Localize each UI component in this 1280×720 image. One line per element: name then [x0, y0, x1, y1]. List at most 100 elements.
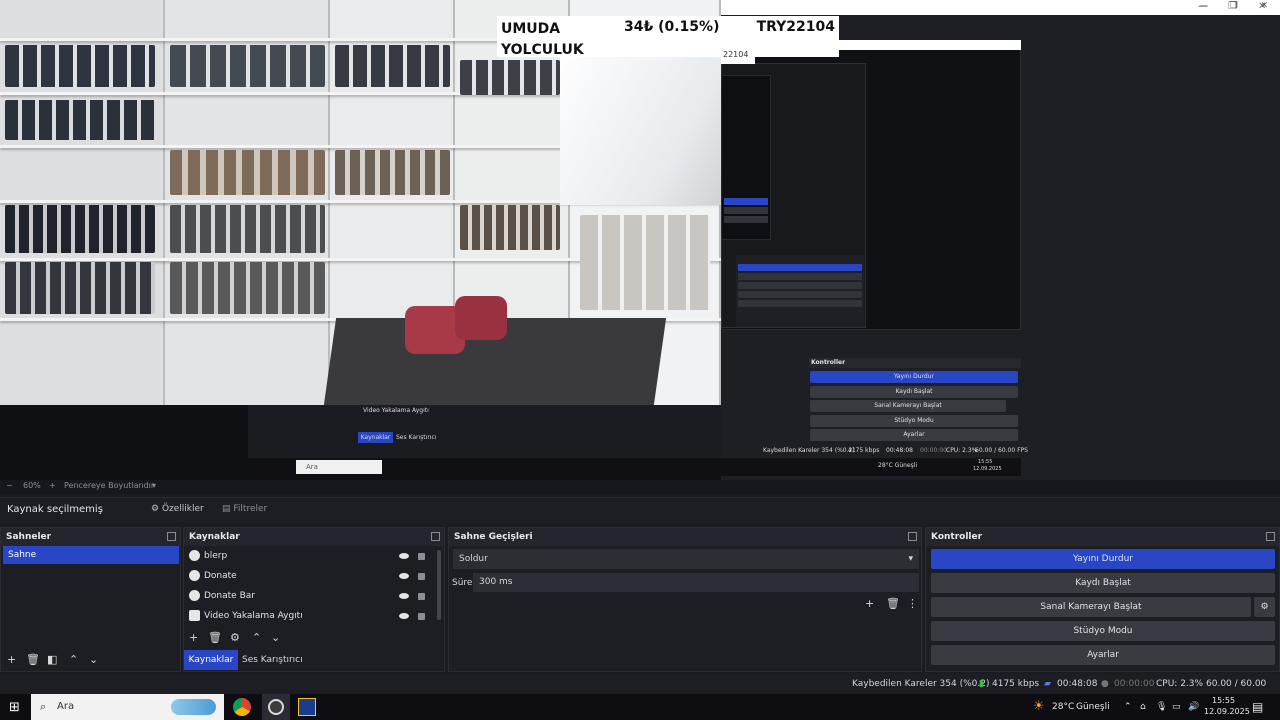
chevron-up-icon[interactable]: ⌃ — [1124, 694, 1132, 720]
volume-icon[interactable]: 🔊 — [1188, 694, 1199, 720]
nested-studio-button: Stüdyo Modu — [810, 415, 1018, 427]
clock-date[interactable]: 12.09.2025 — [1204, 707, 1250, 716]
lock-icon[interactable] — [418, 573, 425, 580]
browser-source-icon — [189, 570, 200, 581]
eye-icon[interactable] — [399, 613, 409, 619]
chrome-icon[interactable] — [233, 698, 251, 716]
nested-mini-button — [724, 198, 768, 205]
window-restore-icon[interactable]: ❐ — [1228, 1, 1237, 12]
source-row-video-capture[interactable]: Video Yakalama Aygıtı — [189, 607, 439, 625]
windows-start-icon[interactable]: ⊞ — [9, 700, 20, 715]
nested-window-titlebar: — ❐ ✕ — [721, 0, 1280, 15]
add-icon[interactable]: + — [7, 654, 16, 665]
properties-button[interactable]: ⚙ Özellikler — [151, 504, 204, 514]
controls-title: Kontroller — [926, 528, 1279, 546]
nested-status-cpu: CPU: 2.3% — [946, 447, 978, 454]
scrollbar[interactable] — [437, 550, 441, 620]
clock-time[interactable]: 15:55 — [1212, 696, 1235, 705]
add-icon[interactable]: + — [189, 632, 198, 643]
lock-icon[interactable] — [418, 613, 425, 620]
search-icon: ⌕ — [40, 700, 47, 713]
duration-input[interactable]: 300 ms — [473, 573, 919, 592]
app-icon[interactable] — [298, 698, 316, 716]
obs-icon — [268, 699, 284, 715]
weather-text[interactable]: Güneşli — [1076, 694, 1110, 720]
virtual-camera-settings-button[interactable]: ⚙ — [1254, 597, 1275, 617]
taskbar-search-input[interactable]: ⌕ Ara — [31, 694, 224, 720]
trash-icon[interactable]: 🗑 — [886, 598, 900, 609]
start-record-button[interactable]: Kaydı Başlat — [931, 573, 1275, 593]
nested-search-box: Ara — [296, 460, 382, 474]
stream-time: 00:48:08 — [1057, 679, 1098, 689]
popout-icon[interactable] — [167, 532, 176, 541]
add-icon[interactable]: + — [865, 598, 874, 609]
obs-taskbar-button[interactable] — [262, 694, 290, 720]
nested-settings-button: Ayarlar — [810, 429, 1018, 441]
nested-start-record-button: Kaydı Başlat — [810, 386, 1018, 398]
transition-select[interactable]: Soldur ▾ — [453, 549, 919, 569]
chevron-down-icon[interactable]: ⌄ — [271, 632, 280, 643]
eye-icon[interactable] — [399, 553, 409, 559]
source-label: Video Yakalama Aygıtı — [204, 611, 303, 621]
filters-button[interactable]: ▤ Filtreler — [222, 504, 267, 514]
popout-icon[interactable] — [1266, 532, 1275, 541]
gear-icon: ⚙ — [1260, 602, 1269, 612]
chevron-down-icon[interactable]: ⌄ — [89, 654, 98, 665]
nested-taskbar: Ara 28°C Güneşli 15:55 12.09.2025 — [248, 458, 1021, 476]
no-source-label: Kaynak seçilmemiş — [7, 504, 103, 515]
start-virtual-camera-button[interactable]: Sanal Kamerayı Başlat — [931, 597, 1251, 617]
nested-status-kbps: 4175 kbps — [848, 447, 880, 454]
scene-item[interactable]: Sahne — [3, 546, 179, 564]
camera-icon — [189, 610, 200, 621]
source-row-donate-bar[interactable]: Donate Bar — [189, 587, 439, 605]
stream-icon: ▰ — [1044, 679, 1051, 689]
trash-icon[interactable]: 🗑 — [26, 654, 40, 665]
weather-temp[interactable]: 28°C — [1052, 694, 1074, 720]
zoom-out-button[interactable]: − — [6, 481, 13, 490]
ticker-name: UMUDA YOLCULUK — [501, 21, 584, 58]
nested-mini-controls — [736, 255, 864, 327]
trash-icon[interactable]: 🗑 — [208, 632, 222, 643]
chevron-up-icon[interactable]: ⌃ — [69, 654, 78, 665]
nested-stop-stream-button: Yayını Durdur — [810, 371, 1018, 383]
popout-icon[interactable] — [908, 532, 917, 541]
notification-icon[interactable]: ▤ — [1252, 694, 1263, 720]
eye-icon[interactable] — [399, 573, 409, 579]
gear-icon[interactable]: ⚙ — [230, 632, 240, 643]
lock-icon[interactable] — [418, 593, 425, 600]
display-icon[interactable]: ▭ — [1172, 694, 1181, 720]
stop-stream-button[interactable]: Yayını Durdur — [931, 549, 1275, 569]
eye-icon[interactable] — [399, 593, 409, 599]
lock-icon[interactable] — [418, 553, 425, 560]
source-label: blerp — [204, 551, 228, 561]
zoom-in-button[interactable]: + — [49, 481, 56, 490]
chevron-up-icon[interactable]: ⌃ — [252, 632, 261, 643]
nested-tab-audio: Ses Karıştırıcı — [396, 434, 437, 441]
preview-canvas[interactable]: — ❐ ✕ Kontroller Yayını Durdur Kaydı Baş… — [0, 0, 1280, 480]
nested-weather: 28°C Güneşli — [878, 462, 918, 469]
settings-button[interactable]: Ayarlar — [931, 645, 1275, 665]
nested-source-item: Video Yakalama Aygıtı — [363, 407, 429, 414]
window-minimize-icon[interactable]: — — [1198, 1, 1208, 12]
tab-audio-mixer[interactable]: Ses Karıştırıcı — [242, 650, 303, 670]
ticker-code: TRY22104 — [756, 19, 835, 35]
microphone-icon[interactable]: 🎙 — [1156, 694, 1167, 720]
fit-to-window-button[interactable]: Pencereye Boyutlandır — [64, 481, 154, 490]
sources-panel: Kaynaklar blerp Donate Donate Bar Video … — [183, 527, 445, 672]
popout-icon[interactable] — [431, 532, 440, 541]
source-row-blerp[interactable]: blerp — [189, 547, 439, 565]
nested-mini-stop-button — [738, 264, 862, 271]
context-bar: Kaynak seçilmemiş ⚙ Özellikler ▤ Filtrel… — [0, 497, 1280, 523]
search-placeholder: Ara — [57, 701, 75, 712]
studio-mode-button[interactable]: Stüdyo Modu — [931, 621, 1275, 641]
tab-sources[interactable]: Kaynaklar — [184, 650, 238, 670]
source-row-donate[interactable]: Donate — [189, 567, 439, 585]
nested-clock-date: 12.09.2025 — [973, 466, 1002, 472]
network-icon[interactable]: ⌂ — [1140, 694, 1146, 720]
cpu-usage: CPU: 2.3% — [1156, 679, 1204, 689]
filter-icon[interactable]: ◧ — [47, 654, 57, 665]
window-close-icon[interactable]: ✕ — [1258, 1, 1266, 12]
scenes-panel: Sahneler Sahne + 🗑 ◧ ⌃ ⌄ — [0, 527, 181, 672]
zoom-dropdown-caret-icon[interactable]: ▾ — [152, 481, 156, 490]
more-icon[interactable]: ⋮ — [907, 598, 918, 609]
